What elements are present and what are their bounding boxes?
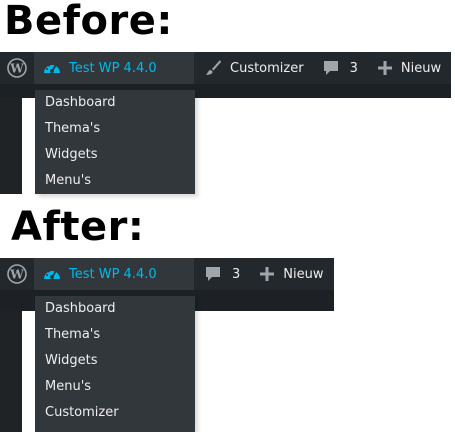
comments-count: 3 bbox=[349, 60, 358, 76]
after-site-submenu: Dashboard Thema's Widgets Menu's Customi… bbox=[35, 296, 195, 432]
submenu-widgets[interactable]: Widgets bbox=[35, 142, 195, 168]
submenu-dashboard[interactable]: Dashboard bbox=[35, 296, 195, 322]
dashboard-gauge-icon bbox=[44, 63, 60, 73]
before-dashboard-sidebar bbox=[0, 84, 22, 194]
site-name-label: Test WP 4.4.0 bbox=[69, 266, 157, 282]
customizer-menu[interactable]: Customizer bbox=[194, 52, 312, 84]
site-name-label: Test WP 4.4.0 bbox=[69, 60, 157, 76]
wordpress-logo-icon: W bbox=[7, 58, 27, 78]
new-label: Nieuw bbox=[283, 266, 324, 282]
submenu-themes[interactable]: Thema's bbox=[35, 116, 195, 142]
before-heading: Before: bbox=[4, 0, 173, 44]
submenu-customizer[interactable]: Customizer bbox=[35, 400, 195, 426]
wp-logo-menu[interactable]: W bbox=[0, 52, 34, 84]
wp-logo-menu[interactable]: W bbox=[0, 258, 34, 290]
site-name-menu[interactable]: Test WP 4.4.0 bbox=[34, 258, 194, 290]
paintbrush-icon bbox=[206, 60, 221, 75]
new-content-menu[interactable]: Nieuw bbox=[366, 52, 449, 84]
comments-menu[interactable]: 3 bbox=[194, 258, 248, 290]
wordpress-logo-icon: W bbox=[7, 264, 27, 284]
after-heading: After: bbox=[11, 204, 145, 250]
after-dashboard-sidebar bbox=[0, 290, 22, 432]
comment-bubble-icon bbox=[323, 61, 338, 75]
svg-text:W: W bbox=[9, 62, 24, 76]
after-admin-bar: W Test WP 4.4.0 3 Nieuw bbox=[0, 258, 334, 290]
plus-icon bbox=[260, 267, 275, 281]
comment-bubble-icon bbox=[206, 267, 220, 281]
submenu-menus[interactable]: Menu's bbox=[35, 168, 195, 194]
new-label: Nieuw bbox=[400, 60, 442, 76]
new-content-menu[interactable]: Nieuw bbox=[248, 258, 331, 290]
plus-icon bbox=[377, 61, 392, 75]
submenu-dashboard[interactable]: Dashboard bbox=[35, 90, 195, 116]
before-admin-bar: W Test WP 4.4.0 Customizer 3 Nieuw bbox=[0, 52, 451, 84]
site-name-menu[interactable]: Test WP 4.4.0 bbox=[34, 52, 194, 84]
comments-count: 3 bbox=[232, 266, 241, 282]
before-site-submenu: Dashboard Thema's Widgets Menu's bbox=[35, 90, 195, 194]
svg-text:W: W bbox=[9, 268, 24, 282]
customizer-label: Customizer bbox=[230, 60, 304, 76]
submenu-themes[interactable]: Thema's bbox=[35, 322, 195, 348]
submenu-widgets[interactable]: Widgets bbox=[35, 348, 195, 374]
comments-menu[interactable]: 3 bbox=[312, 52, 366, 84]
submenu-menus[interactable]: Menu's bbox=[35, 374, 195, 400]
dashboard-gauge-icon bbox=[44, 269, 60, 279]
